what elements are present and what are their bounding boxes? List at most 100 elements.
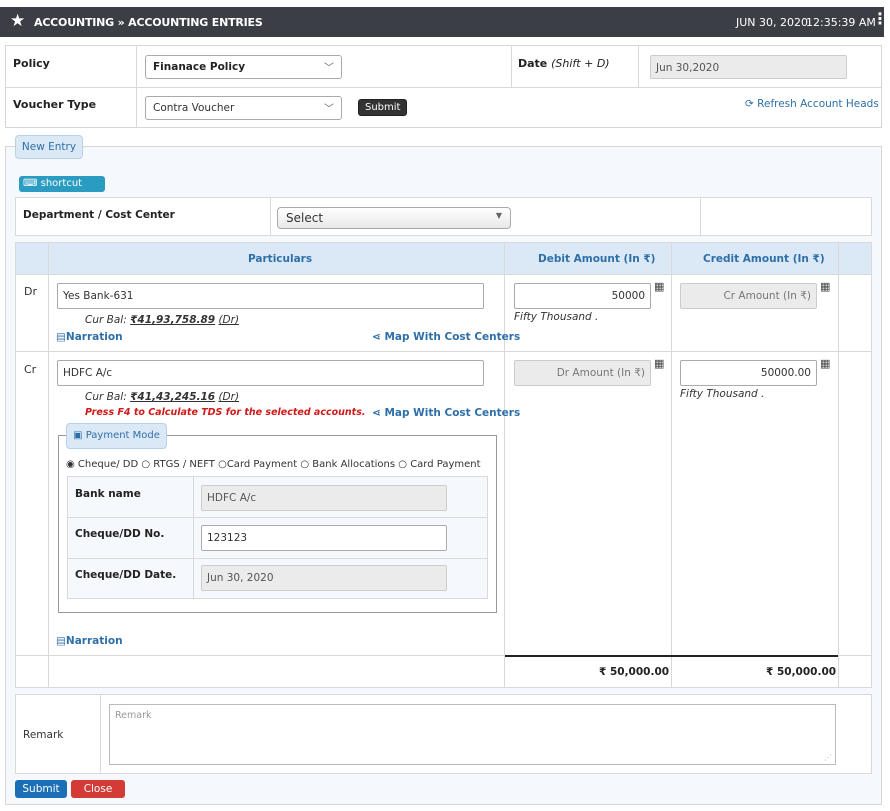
date-label: Date (Shift + D) <box>518 57 610 70</box>
cheque-date-input[interactable]: Jun 30, 2020 <box>201 565 447 591</box>
department-row: Department / Cost Center Select ▼ <box>15 197 872 236</box>
cr-narration-label: Narration <box>65 635 123 647</box>
refresh-label: Refresh Account Heads <box>757 98 879 110</box>
radio-rtgs-neft-label: RTGS / NEFT <box>153 459 215 470</box>
entry-grid: Particulars Debit Amount (In ₹) Credit A… <box>15 242 872 688</box>
dr-narration-link[interactable]: ▤Narration <box>56 331 123 343</box>
keyboard-icon: ⌨ <box>23 178 38 189</box>
radio-rtgs-neft[interactable]: ○ RTGS / NEFT <box>141 459 215 470</box>
department-select-value: Select <box>286 211 324 225</box>
radio-card-payment[interactable]: ○Card Payment <box>218 459 297 470</box>
radio-bank-allocations-label: Bank Allocations <box>312 459 396 470</box>
voucher-type-value: Contra Voucher <box>153 102 235 114</box>
header-time: 12:35:39 AM <box>806 16 876 29</box>
dr-cur-bal: Cur Bal: ₹41,93,758.89 (Dr) <box>85 314 239 326</box>
cr-map-cost-centers-link[interactable]: ⋖ Map With Cost Centers <box>372 407 520 419</box>
refresh-account-heads-link[interactable]: ⟳ Refresh Account Heads <box>745 98 879 110</box>
cr-bal-value[interactable]: ₹41,43,245.16 <box>130 391 215 403</box>
submit-button[interactable]: Submit <box>15 780 67 798</box>
payment-mode-legend: ▣ Payment Mode <box>66 423 167 449</box>
voucher-type-select[interactable]: Contra Voucher ﹀ <box>145 96 342 120</box>
cr-narration-link[interactable]: ▤Narration <box>56 635 123 647</box>
money-icon: ▣ <box>73 430 83 441</box>
share-icon: ⋖ <box>372 407 381 419</box>
resize-grip-icon[interactable]: ⋰ <box>824 753 832 762</box>
payment-details-table: Bank name HDFC A/c Cheque/DD No. 123123 … <box>67 476 488 599</box>
bank-name-label: Bank name <box>75 488 141 500</box>
radio-cheque-dd[interactable]: ◉ Cheque/ DD <box>66 459 138 470</box>
new-entry-legend: New Entry <box>15 135 83 159</box>
policy-form: Policy Finanace Policy ﹀ Date (Shift + D… <box>5 45 882 128</box>
calculator-icon[interactable]: ▦ <box>820 357 830 370</box>
total-debit: ₹ 50,000.00 <box>599 666 670 678</box>
cr-cur-bal: Cur Bal: ₹41,43,245.16 (Dr) <box>85 391 239 403</box>
dr-debit-words: Fifty Thousand . <box>514 311 599 323</box>
remark-label: Remark <box>23 729 64 741</box>
chevron-down-icon: ﹀ <box>324 63 334 74</box>
remark-textarea[interactable]: Remark <box>109 704 836 765</box>
dr-map-label: Map With Cost Centers <box>384 331 521 343</box>
department-select[interactable]: Select ▼ <box>277 207 511 229</box>
voucher-submit-button[interactable]: Submit <box>358 99 408 116</box>
star-icon[interactable]: ★ <box>10 12 25 30</box>
policy-label: Policy <box>13 57 50 70</box>
dr-credit-input[interactable]: Cr Amount (In ₹) <box>680 283 817 309</box>
close-button[interactable]: Close <box>71 780 125 798</box>
bank-name-input[interactable]: HDFC A/c <box>201 485 447 511</box>
dr-account-input[interactable]: Yes Bank-631 <box>57 283 484 309</box>
totals-rule <box>505 655 838 657</box>
calculator-icon[interactable]: ▦ <box>820 280 830 293</box>
cr-map-label: Map With Cost Centers <box>384 407 521 419</box>
date-input[interactable]: Jun 30,2020 <box>650 55 847 79</box>
narration-icon: ▤ <box>56 331 66 343</box>
narration-icon: ▤ <box>56 635 66 647</box>
radio-card-payment-2-label: Card Payment <box>410 459 481 470</box>
radio-bank-allocations[interactable]: ○ Bank Allocations <box>300 459 395 470</box>
dr-type: Dr <box>24 285 37 298</box>
more-vert-icon[interactable]: ⋮ <box>872 11 888 27</box>
dr-map-cost-centers-link[interactable]: ⋖ Map With Cost Centers <box>372 331 520 343</box>
total-credit: ₹ 50,000.00 <box>766 666 837 678</box>
remark-row: Remark Remark ⋰ <box>15 694 872 774</box>
payment-mode-label: Payment Mode <box>85 430 160 441</box>
radio-cheque-dd-label: Cheque/ DD <box>77 459 139 470</box>
shortcut-keys-button[interactable]: ⌨ shortcut keys <box>19 176 105 205</box>
share-icon: ⋖ <box>372 331 381 343</box>
cr-account-input[interactable]: HDFC A/c <box>57 360 484 386</box>
top-bar: ★ ACCOUNTING » ACCOUNTING ENTRIES JUN 30… <box>0 7 888 37</box>
chevron-down-icon: ﹀ <box>324 104 334 115</box>
header-date: JUN 30, 2020 <box>736 16 809 29</box>
dr-narration-label: Narration <box>65 331 123 343</box>
date-hint: (Shift + D) <box>551 57 610 70</box>
radio-card-payment-label: Card Payment <box>226 459 298 470</box>
dr-debit-input[interactable]: 50000 <box>514 283 651 309</box>
policy-select[interactable]: Finanace Policy ﹀ <box>145 55 342 79</box>
policy-select-value: Finanace Policy <box>153 61 246 73</box>
date-label-text: Date <box>518 57 548 70</box>
dr-bal-suffix: (Dr) <box>218 314 240 326</box>
col-credit: Credit Amount (In ₹) <box>703 253 825 265</box>
tds-note: Press F4 to Calculate TDS for the select… <box>85 407 366 418</box>
radio-card-payment-2[interactable]: ○ Card Payment <box>398 459 480 470</box>
calculator-icon[interactable]: ▦ <box>654 357 664 370</box>
page-title: ACCOUNTING » ACCOUNTING ENTRIES <box>34 16 263 29</box>
caret-down-icon: ▼ <box>495 211 502 220</box>
col-debit: Debit Amount (In ₹) <box>538 253 656 265</box>
voucher-type-label: Voucher Type <box>13 98 97 111</box>
cr-credit-input[interactable]: 50000.00 <box>680 360 817 386</box>
calculator-icon[interactable]: ▦ <box>654 280 664 293</box>
dr-bal-value[interactable]: ₹41,93,758.89 <box>130 314 215 326</box>
cr-bal-suffix: (Dr) <box>218 391 240 403</box>
cr-type: Cr <box>24 363 37 376</box>
refresh-icon: ⟳ <box>745 98 754 110</box>
cheque-no-label: Cheque/DD No. <box>75 528 165 540</box>
department-label: Department / Cost Center <box>23 209 175 221</box>
cr-bal-label: Cur Bal: <box>85 391 127 403</box>
cr-credit-words: Fifty Thousand . <box>680 388 765 400</box>
cheque-date-label: Cheque/DD Date. <box>75 569 177 581</box>
dr-bal-label: Cur Bal: <box>85 314 127 326</box>
col-particulars: Particulars <box>248 253 313 265</box>
cheque-no-input[interactable]: 123123 <box>201 525 447 551</box>
payment-mode-radios: ◉ Cheque/ DD ○ RTGS / NEFT ○Card Payment… <box>66 459 481 470</box>
cr-debit-input[interactable]: Dr Amount (In ₹) <box>514 360 651 386</box>
